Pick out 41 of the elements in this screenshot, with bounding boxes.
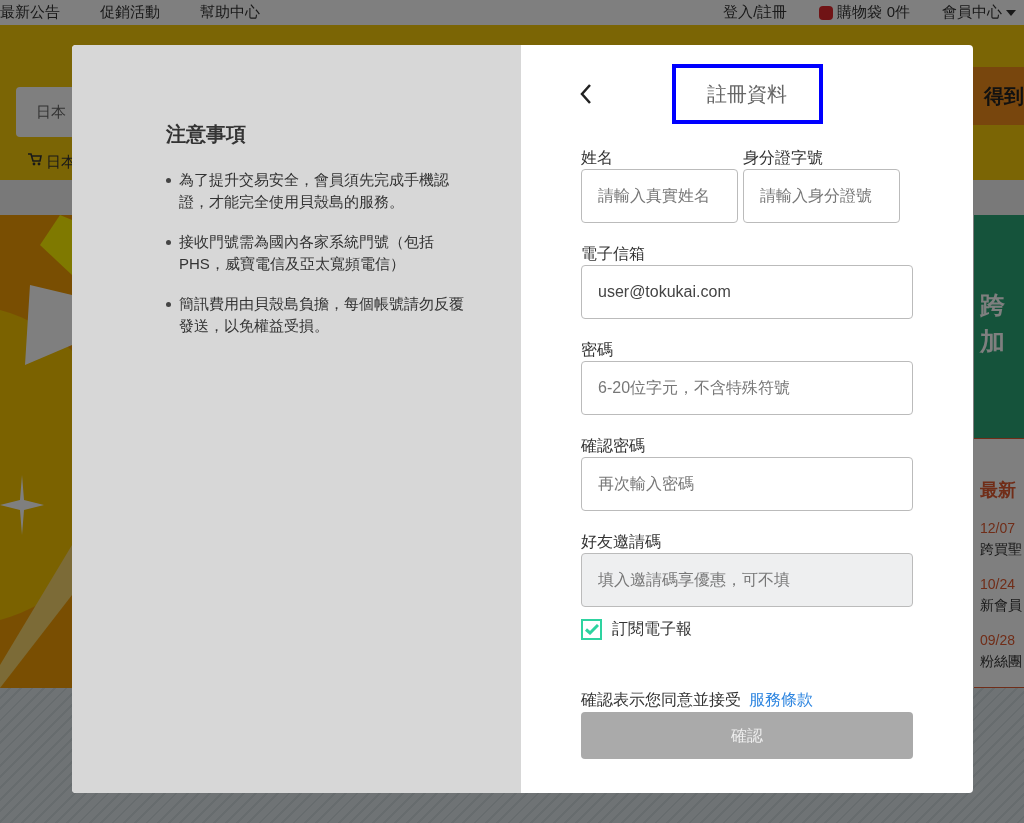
login-link[interactable]: 登入/註冊 xyxy=(723,1,788,24)
nav-link[interactable]: 促銷活動 xyxy=(100,1,160,24)
notice-item: 簡訊費用由貝殼島負擔，每個帳號請勿反覆發送，以免權益受損。 xyxy=(179,294,465,336)
notice-item: 接收門號需為國內各家系統門號（包括PHS，威寶電信及亞太寬頻電信） xyxy=(179,232,435,274)
news-item[interactable]: 新會員 xyxy=(980,595,1024,616)
news-item[interactable]: 粉絲團 xyxy=(980,651,1024,672)
news-item[interactable]: 跨買聖 xyxy=(980,539,1024,560)
check-icon xyxy=(584,623,599,635)
field-label: 確認密碼 xyxy=(581,436,646,456)
field-label: 身分證字號 xyxy=(743,148,824,168)
field-label: 密碼 xyxy=(581,340,614,360)
cart-icon xyxy=(28,153,42,166)
input-field[interactable]: user@tokukai.com xyxy=(581,265,913,319)
terms-text: 確認表示您同意並接受 xyxy=(581,691,741,708)
member-menu[interactable]: 會員中心 xyxy=(942,1,1016,24)
news-date: 10/24 xyxy=(980,575,1017,594)
field-label: 電子信箱 xyxy=(581,244,646,264)
input-field[interactable]: 6-20位字元，不含特殊符號 xyxy=(581,361,913,415)
caret-icon xyxy=(1006,10,1016,17)
form-title: 註冊資料 xyxy=(671,64,823,124)
field-label: 姓名 xyxy=(581,148,614,168)
newsletter-checkbox[interactable] xyxy=(581,618,602,640)
terms-link[interactable]: 服務條款 xyxy=(749,691,814,708)
notice-title: 注意事項 xyxy=(166,122,247,147)
bullet-icon xyxy=(166,302,171,307)
news-date: 12/07 xyxy=(980,519,1017,538)
notice-item: 為了提升交易安全，會員須先完成手機認證，才能完全使用貝殼島的服務。 xyxy=(179,170,450,212)
bullet-icon xyxy=(166,240,171,245)
cart-link[interactable]: 購物袋 0件 xyxy=(837,1,910,24)
back-icon xyxy=(579,83,593,105)
news-date: 09/28 xyxy=(980,631,1017,650)
newsletter-label: 訂閱電子報 xyxy=(612,619,692,639)
field-label: 好友邀請碼 xyxy=(581,532,662,552)
news-title: 最新 xyxy=(980,479,1017,502)
nav-link[interactable]: 最新公告 xyxy=(0,1,60,24)
input-field[interactable]: 請輸入真實姓名 xyxy=(581,169,738,223)
bullet-icon xyxy=(166,178,171,183)
bag-icon xyxy=(819,5,834,20)
input-field[interactable]: 再次輸入密碼 xyxy=(581,457,913,511)
input-field[interactable]: 請輸入身分證號 xyxy=(743,169,900,223)
nav-link[interactable]: 幫助中心 xyxy=(200,1,260,24)
